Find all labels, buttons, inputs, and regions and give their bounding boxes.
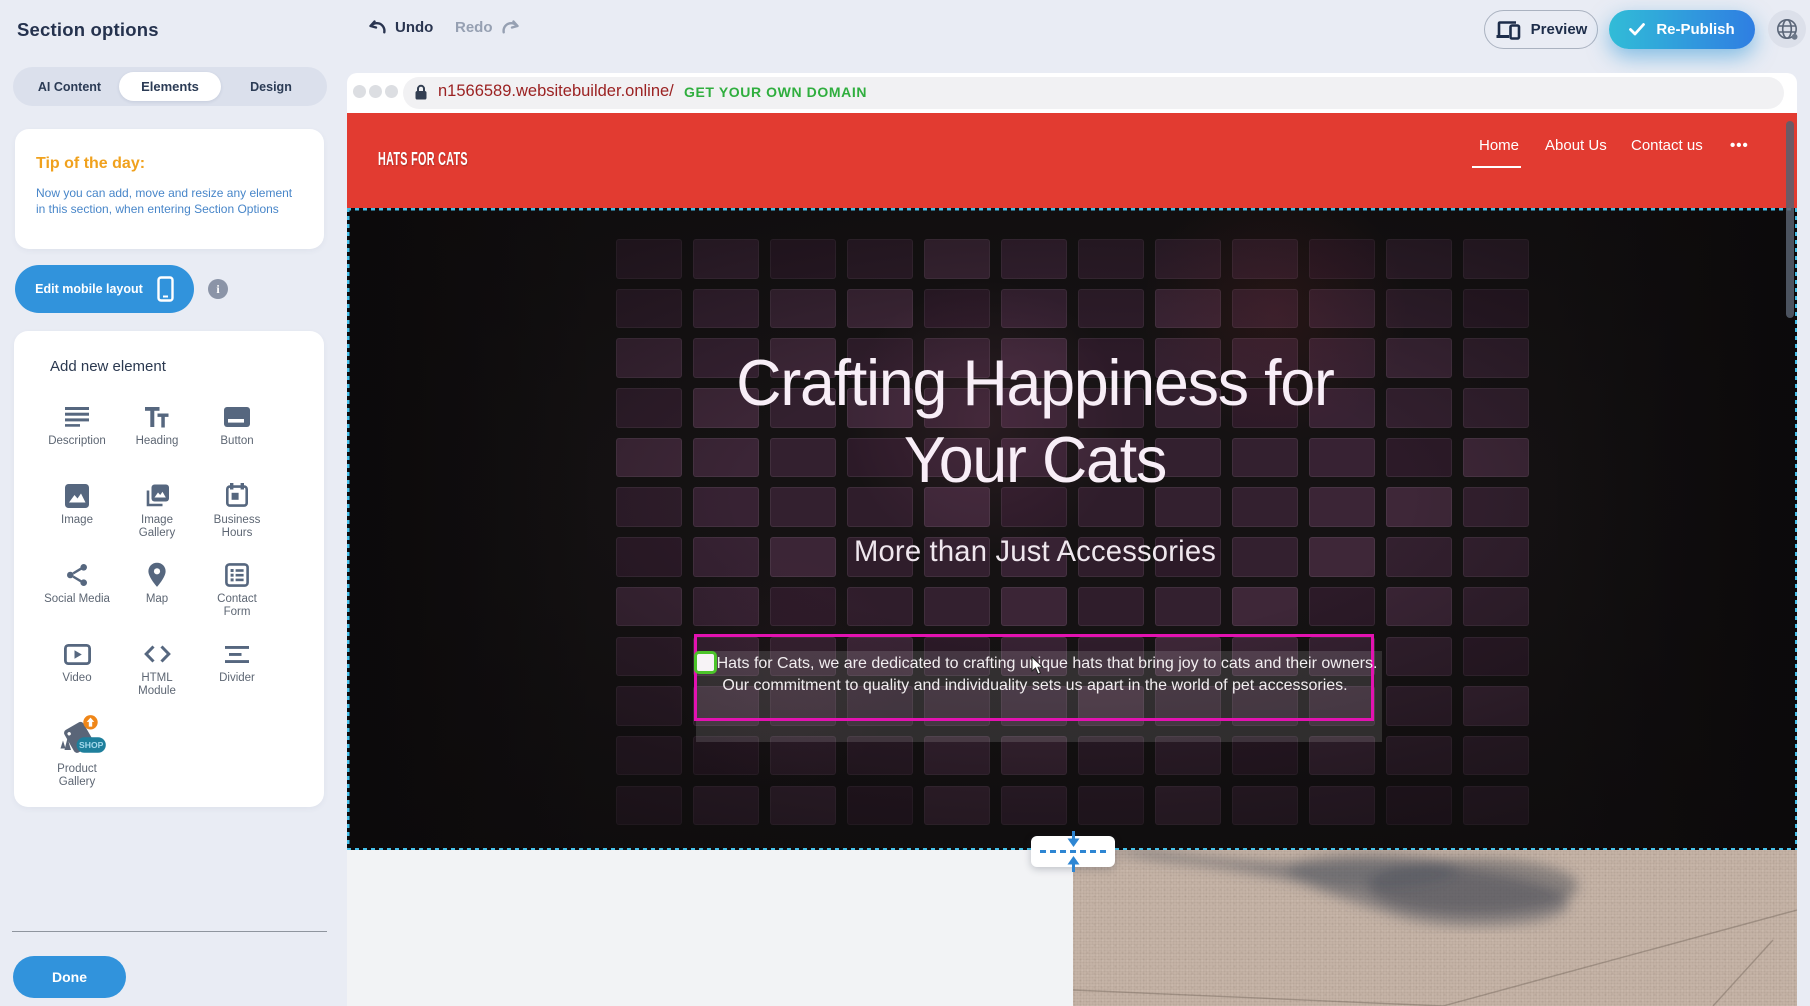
svg-text:SHOP: SHOP <box>79 740 104 750</box>
